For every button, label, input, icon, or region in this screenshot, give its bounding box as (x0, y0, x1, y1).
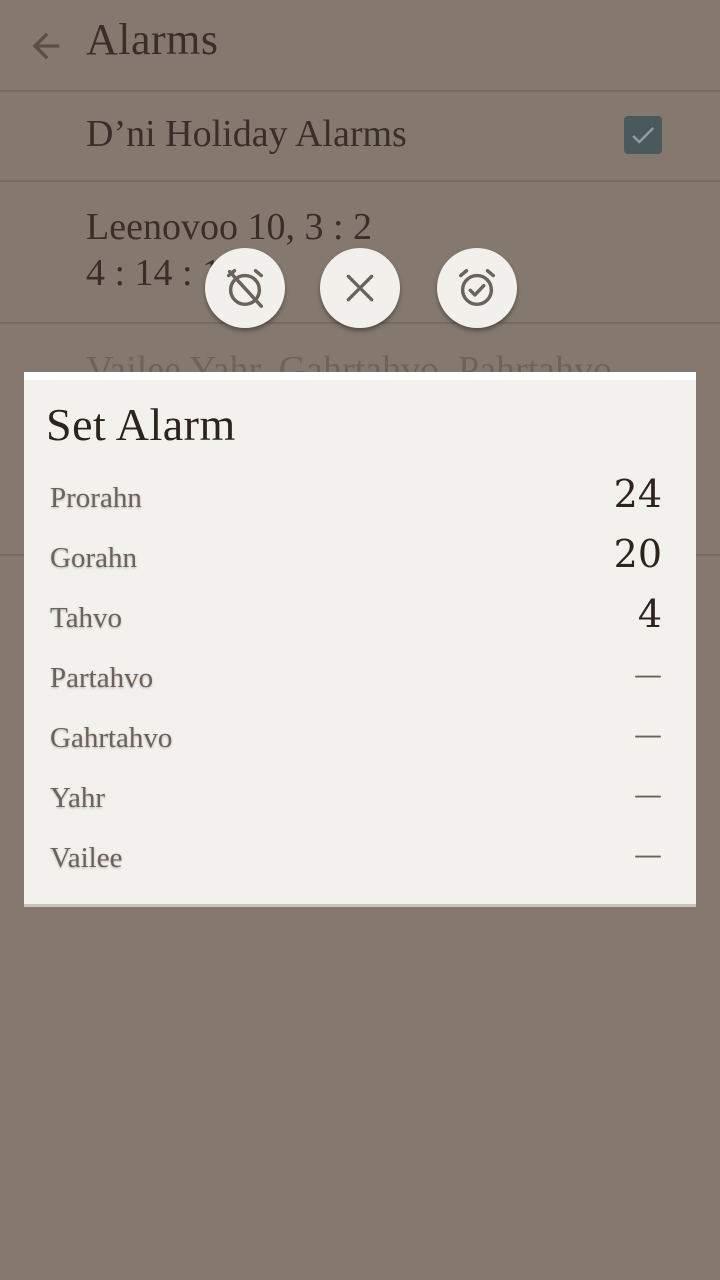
field-yahr[interactable]: Yahr — (50, 772, 662, 832)
field-vailee[interactable]: Vailee — (50, 832, 662, 892)
holiday-alarms-label: D’ni Holiday Alarms (86, 113, 407, 155)
app-bar: Alarms (0, 0, 720, 92)
field-value[interactable]: 20 (614, 532, 662, 576)
field-label: Prorahn (50, 482, 142, 514)
field-value[interactable]: — (634, 838, 662, 871)
page-title: Alarms (86, 15, 219, 64)
field-value[interactable]: — (634, 778, 662, 811)
close-icon (346, 274, 374, 302)
alarm-check-icon (458, 269, 496, 307)
field-partahvo[interactable]: Partahvo — (50, 652, 662, 712)
field-label: Yahr (50, 782, 106, 814)
clear-alarm-button[interactable] (205, 248, 285, 328)
field-value[interactable]: 4 (638, 592, 662, 636)
field-label: Gahrtahvo (50, 722, 173, 754)
field-label: Partahvo (50, 662, 154, 694)
back-button[interactable] (24, 24, 68, 68)
dialog-title: Set Alarm (46, 399, 236, 450)
check-icon (632, 127, 655, 144)
field-gorahn[interactable]: Gorahn 20 (50, 532, 662, 592)
cancel-button[interactable] (320, 248, 400, 328)
field-value[interactable]: 24 (614, 472, 662, 516)
field-label: Vailee (50, 842, 123, 874)
field-label: Gorahn (50, 542, 137, 574)
arrow-left-icon (32, 32, 60, 60)
holiday-alarms-row[interactable]: D’ni Holiday Alarms (0, 92, 720, 182)
holiday-alarms-checkbox[interactable] (624, 116, 662, 154)
alarm-off-icon (226, 269, 264, 308)
set-alarm-button[interactable] (437, 248, 517, 328)
field-prorahn[interactable]: Prorahn 24 (50, 472, 662, 532)
field-gahrtahvo[interactable]: Gahrtahvo — (50, 712, 662, 772)
field-label: Tahvo (50, 602, 123, 634)
field-value[interactable]: — (634, 718, 662, 751)
set-alarm-dialog: Set Alarm Prorahn 24 Gorahn 20 Tahvo 4 P… (24, 372, 696, 904)
field-tahvo[interactable]: Tahvo 4 (50, 592, 662, 652)
field-value[interactable]: — (634, 658, 662, 691)
